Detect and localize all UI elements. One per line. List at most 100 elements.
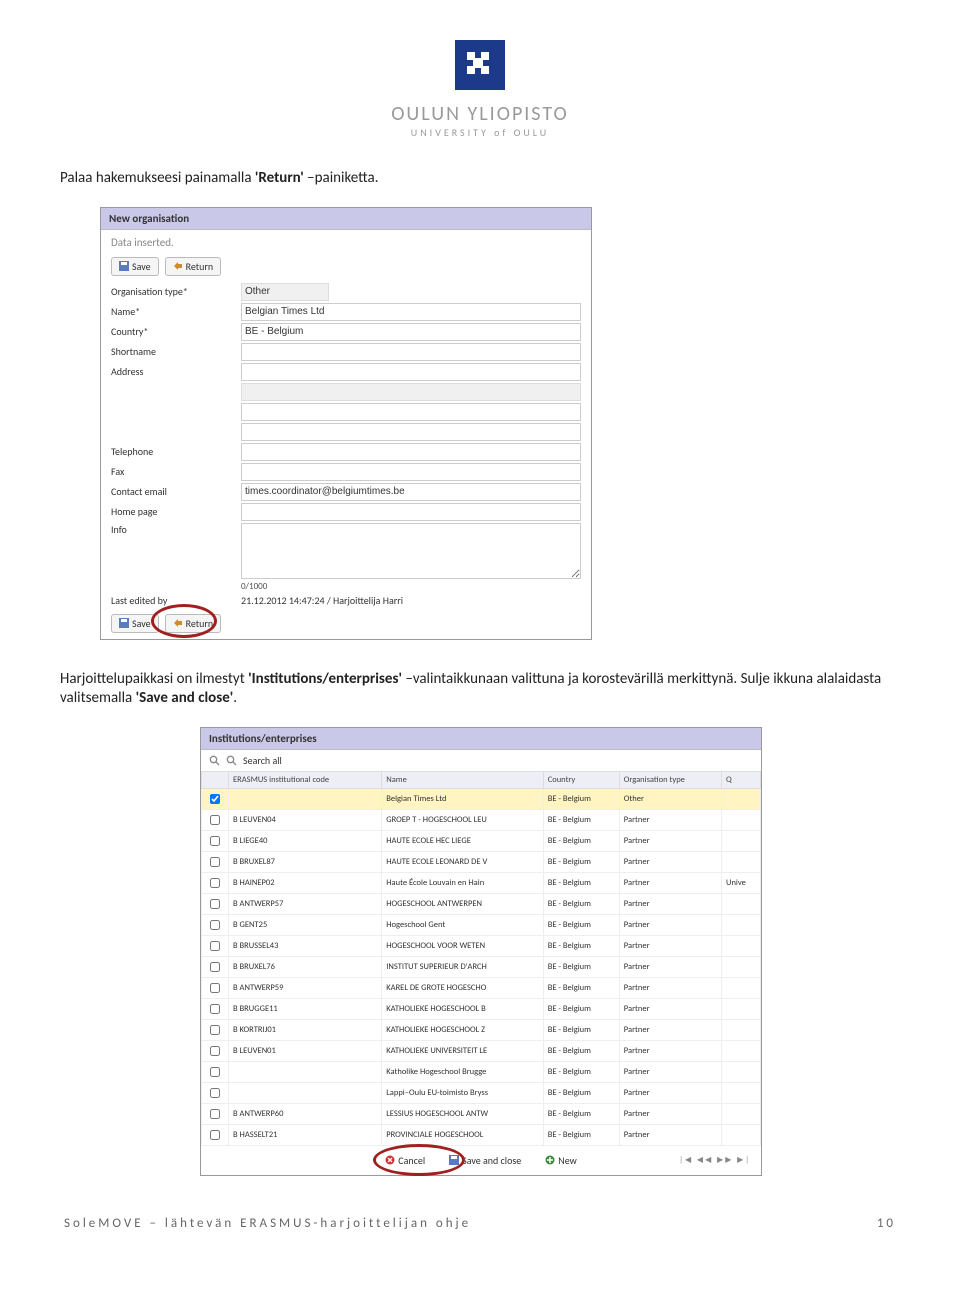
table-row[interactable]: B HASSELT21PROVINCIALE HOGESCHOOLBE - Be… (202, 1124, 761, 1145)
cell-q (722, 830, 761, 851)
search-icon[interactable] (209, 755, 220, 766)
email-label: Contact email (111, 485, 241, 498)
cell-q (722, 809, 761, 830)
orgtype-select[interactable] (241, 283, 329, 301)
col-name[interactable]: Name (382, 771, 543, 788)
table-row[interactable]: Lappi–Oulu EU-toimisto BryssBE - Belgium… (202, 1082, 761, 1103)
cell-type: Partner (619, 1040, 721, 1061)
cell-name: HAUTE ECOLE LEONARD DE V (382, 851, 543, 872)
row-checkbox[interactable] (210, 794, 220, 804)
row-checkbox[interactable] (210, 1109, 220, 1119)
address-input-3[interactable] (241, 403, 581, 421)
table-row[interactable]: B ANTWERP57HOGESCHOOL ANTWERPENBE - Belg… (202, 893, 761, 914)
new-button[interactable]: New (538, 1152, 584, 1169)
cell-type: Other (619, 788, 721, 809)
cell-code: B HAINEP02 (229, 872, 382, 893)
homepage-input[interactable] (241, 503, 581, 521)
row-checkbox[interactable] (210, 920, 220, 930)
row-checkbox[interactable] (210, 857, 220, 867)
dialog-title: Institutions/enterprises (201, 728, 761, 750)
row-checkbox[interactable] (210, 815, 220, 825)
cell-type: Partner (619, 977, 721, 998)
row-checkbox[interactable] (210, 1025, 220, 1035)
cell-country: BE - Belgium (543, 998, 619, 1019)
cell-code: B ANTWERP59 (229, 977, 382, 998)
search-icon-2[interactable] (226, 755, 237, 766)
page-number: 10 (877, 1216, 896, 1231)
char-counter: 0/1000 (101, 580, 591, 593)
address-input-2[interactable] (241, 383, 581, 401)
table-row[interactable]: B LEUVEN04GROEP T - HOGESCHOOL LEUBE - B… (202, 809, 761, 830)
table-row[interactable]: B ANTWERP60LESSIUS HOGESCHOOL ANTWBE - B… (202, 1103, 761, 1124)
col-code[interactable]: ERASMUS institutional code (229, 771, 382, 788)
info-textarea[interactable] (241, 523, 581, 579)
name-label: Name* (111, 305, 241, 318)
cell-q (722, 935, 761, 956)
cell-q (722, 998, 761, 1019)
cell-code (229, 1061, 382, 1082)
row-checkbox[interactable] (210, 941, 220, 951)
row-checkbox[interactable] (210, 962, 220, 972)
table-row[interactable]: B BRUGGE11KATHOLIEKE HOGESCHOOL BBE - Be… (202, 998, 761, 1019)
logo-subtitle: UNIVERSITY of OULU (60, 126, 900, 139)
cancel-button[interactable]: Cancel (378, 1152, 432, 1169)
table-row[interactable]: B HAINEP02Haute École Louvain en HainBE … (202, 872, 761, 893)
info-label: Info (111, 523, 241, 536)
save-and-close-button[interactable]: Save and close (442, 1152, 528, 1169)
row-checkbox[interactable] (210, 1130, 220, 1140)
save-button[interactable]: Save (111, 257, 159, 276)
cell-q: Unive (722, 872, 761, 893)
save-button-bottom[interactable]: Save (111, 614, 159, 633)
table-row[interactable]: B BRUXEL87HAUTE ECOLE LEONARD DE VBE - B… (202, 851, 761, 872)
country-input[interactable] (241, 323, 581, 341)
col-country[interactable]: Country (543, 771, 619, 788)
cell-code: B ANTWERP57 (229, 893, 382, 914)
telephone-input[interactable] (241, 443, 581, 461)
row-checkbox[interactable] (210, 1046, 220, 1056)
cell-name: Belgian Times Ltd (382, 788, 543, 809)
table-row[interactable]: B BRUXEL76INSTITUT SUPERIEUR D'ARCHBE - … (202, 956, 761, 977)
cell-code (229, 1082, 382, 1103)
col-q[interactable]: Q (722, 771, 761, 788)
row-checkbox[interactable] (210, 1004, 220, 1014)
cell-type: Partner (619, 1124, 721, 1145)
row-checkbox[interactable] (210, 836, 220, 846)
row-checkbox[interactable] (210, 1067, 220, 1077)
table-row[interactable]: B BRUSSEL43HOGESCHOOL VOOR WETENBE - Bel… (202, 935, 761, 956)
return-arrow-icon (173, 618, 183, 628)
cell-code: B LEUVEN04 (229, 809, 382, 830)
university-logo: OULUN YLIOPISTO UNIVERSITY of OULU (60, 40, 900, 139)
cell-code: B HASSELT21 (229, 1124, 382, 1145)
search-all-link[interactable]: Search all (243, 754, 282, 767)
email-input[interactable] (241, 483, 581, 501)
address-input-1[interactable] (241, 363, 581, 381)
cell-country: BE - Belgium (543, 1082, 619, 1103)
address-input-4[interactable] (241, 423, 581, 441)
row-checkbox[interactable] (210, 1088, 220, 1098)
shortname-input[interactable] (241, 343, 581, 361)
table-row[interactable]: Belgian Times LtdBE - BelgiumOther (202, 788, 761, 809)
col-type[interactable]: Organisation type (619, 771, 721, 788)
cell-code: B BRUXEL87 (229, 851, 382, 872)
pager[interactable]: |◀ ◀◀ ▶▶ ▶| (679, 1155, 751, 1165)
row-checkbox[interactable] (210, 899, 220, 909)
name-input[interactable] (241, 303, 581, 321)
row-checkbox[interactable] (210, 983, 220, 993)
table-row[interactable]: B KORTRIJ01KATHOLIEKE HOGESCHOOL ZBE - B… (202, 1019, 761, 1040)
cell-country: BE - Belgium (543, 1124, 619, 1145)
table-row[interactable]: B GENT25Hogeschool GentBE - BelgiumPartn… (202, 914, 761, 935)
cell-q (722, 893, 761, 914)
table-row[interactable]: B LEUVEN01KATHOLIEKE UNIVERSITEIT LEBE -… (202, 1040, 761, 1061)
table-row[interactable]: B ANTWERP59KAREL DE GROTE HOGESCHOBE - B… (202, 977, 761, 998)
fax-input[interactable] (241, 463, 581, 481)
table-row[interactable]: B LIEGE40HAUTE ECOLE HEC LIEGEBE - Belgi… (202, 830, 761, 851)
country-label: Country* (111, 325, 241, 338)
cell-q (722, 956, 761, 977)
row-checkbox[interactable] (210, 878, 220, 888)
shortname-label: Shortname (111, 345, 241, 358)
return-button[interactable]: Return (165, 257, 222, 276)
cell-country: BE - Belgium (543, 977, 619, 998)
table-row[interactable]: Katholike Hogeschool BruggeBE - BelgiumP… (202, 1061, 761, 1082)
return-button-bottom[interactable]: Return (165, 614, 222, 633)
cell-country: BE - Belgium (543, 914, 619, 935)
